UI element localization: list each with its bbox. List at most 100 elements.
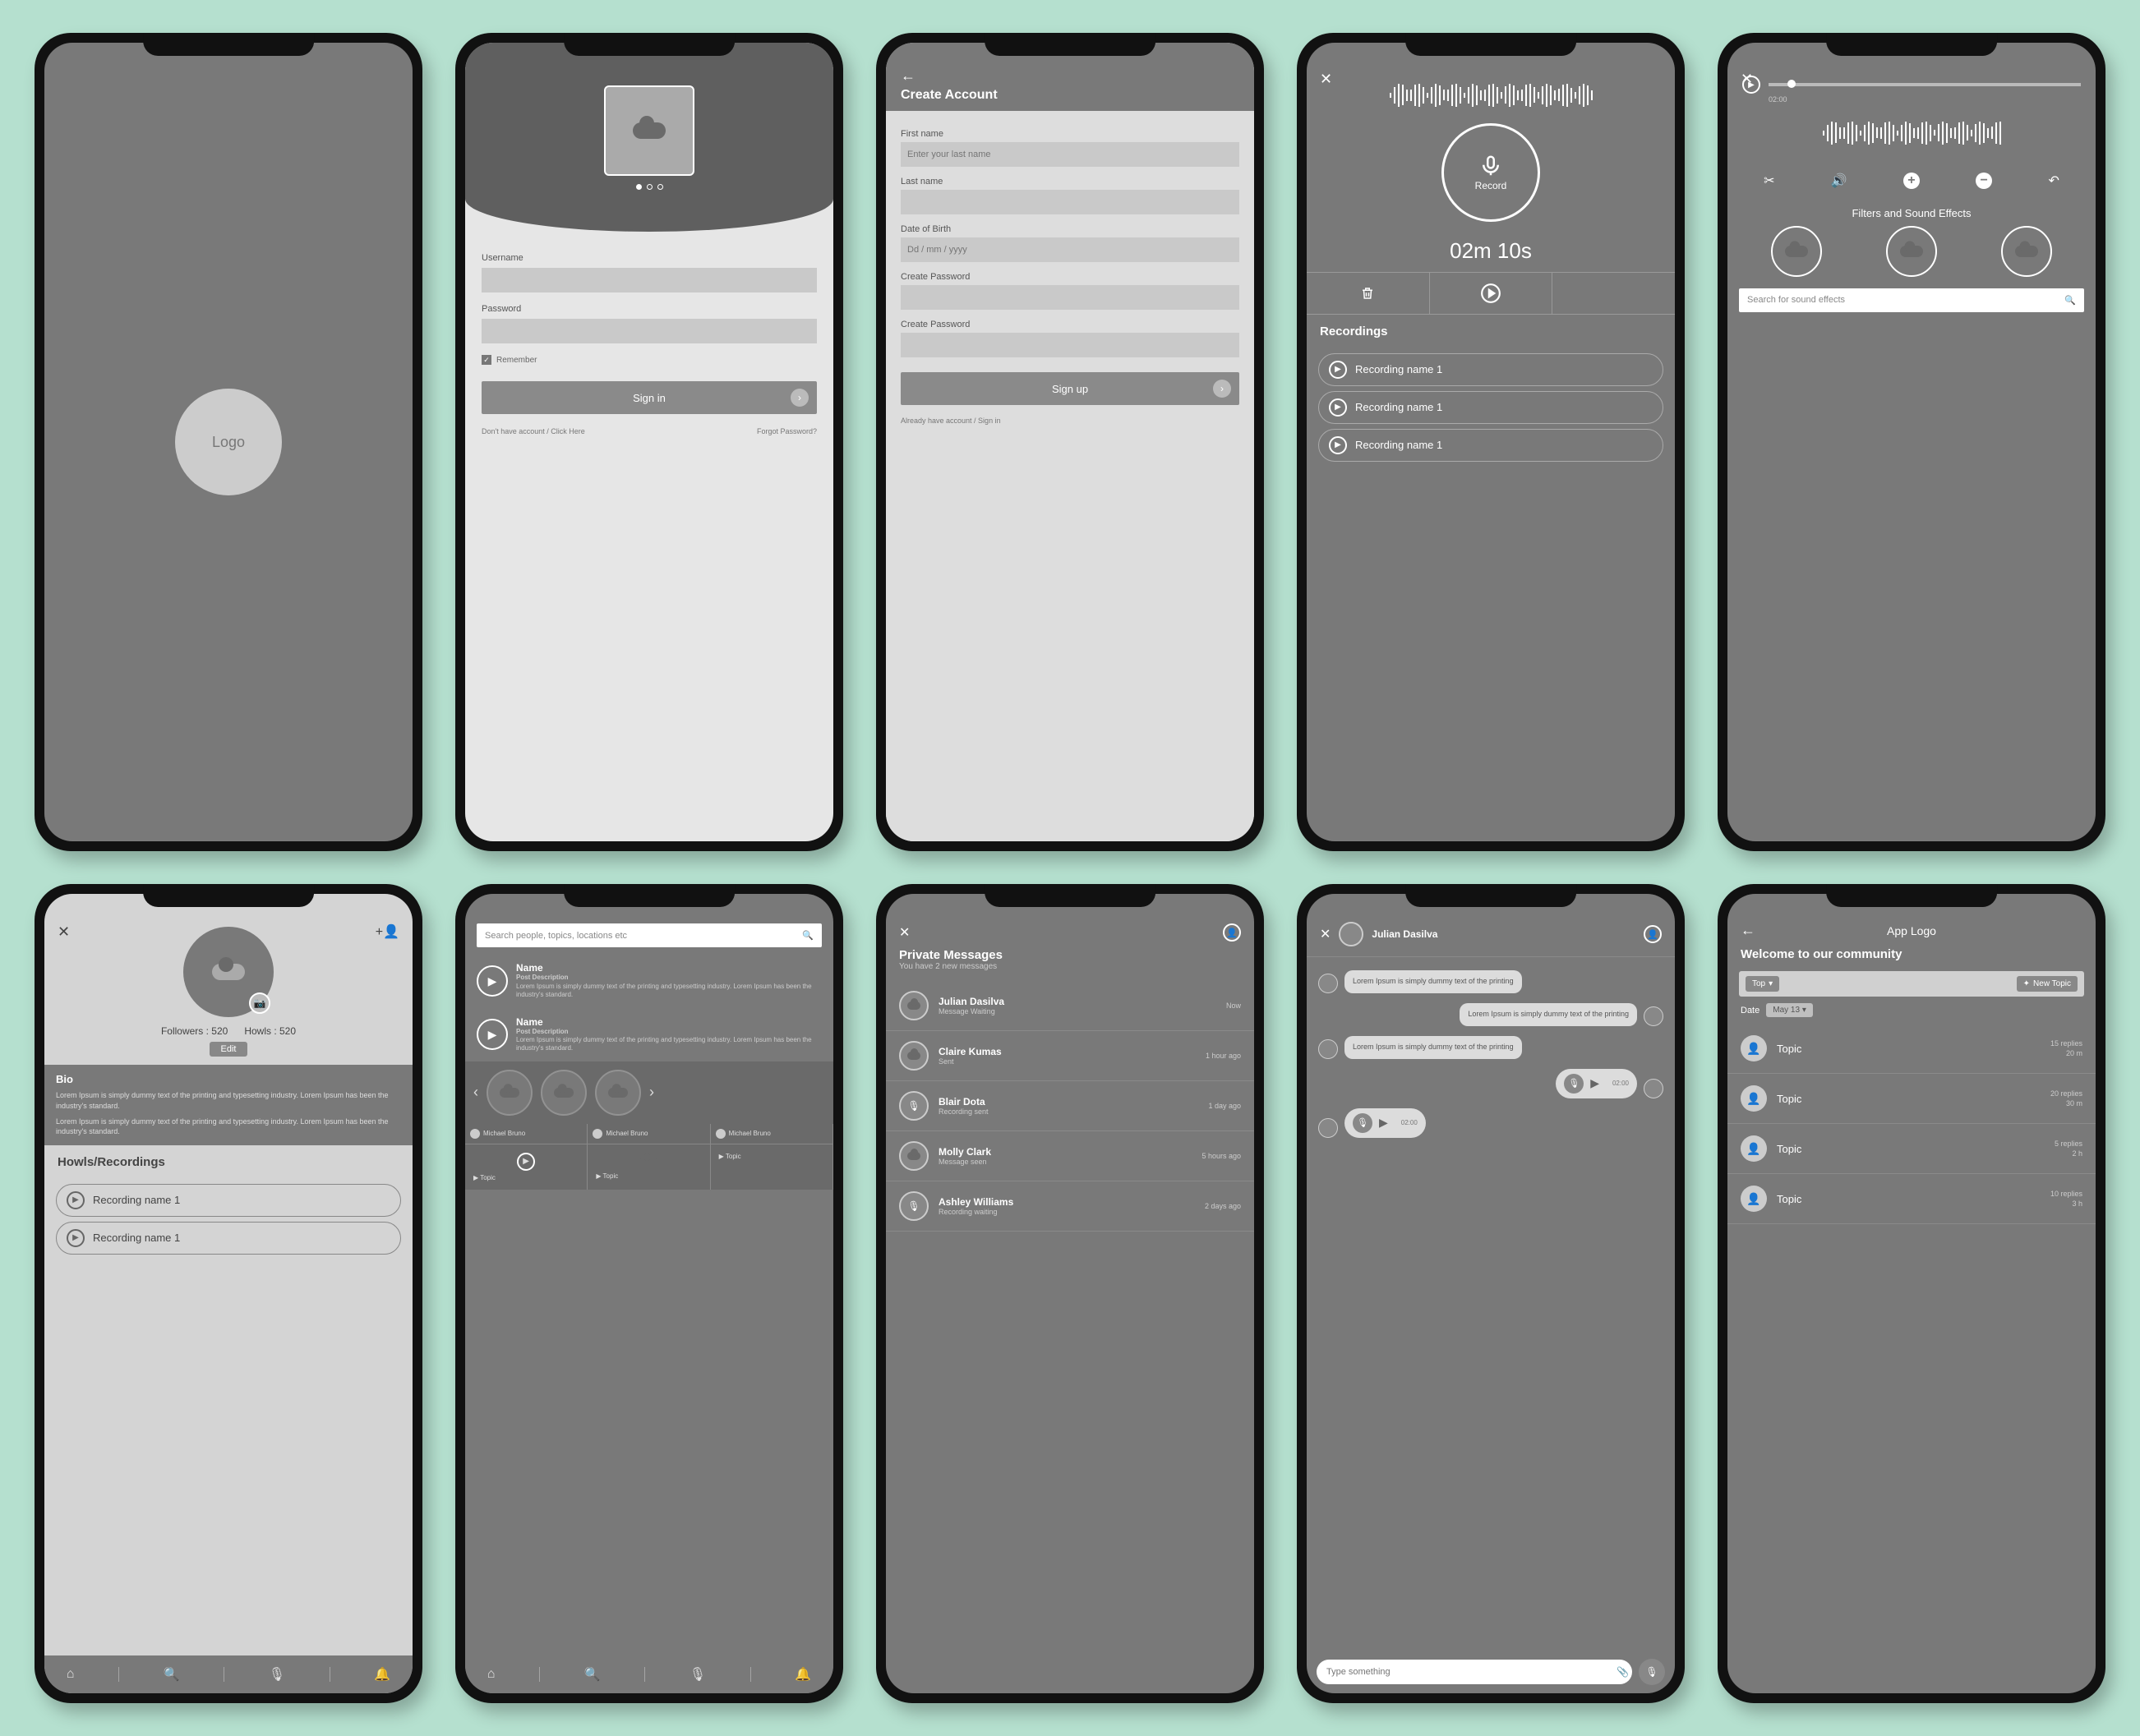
back-icon[interactable]: ← (1741, 922, 1755, 939)
feed-post[interactable]: ▶NamePost DescriptionLorem Ipsum is simp… (465, 1008, 833, 1061)
lastname-input[interactable] (901, 190, 1239, 214)
recording-item[interactable]: ▶Recording name 1 (56, 1184, 401, 1217)
story-item[interactable] (487, 1070, 533, 1116)
mini-user[interactable]: Michael Bruno (465, 1124, 588, 1144)
topic-item[interactable]: 👤Topic5 replies2 h (1727, 1124, 2096, 1174)
close-icon[interactable]: ✕ (1741, 71, 1753, 88)
nav-search-icon[interactable]: 🔍 (584, 1666, 601, 1683)
add-icon[interactable]: + (1903, 173, 1920, 189)
add-friend-icon[interactable]: +👤 (376, 923, 399, 940)
chevron-left-icon[interactable]: ‹ (473, 1084, 478, 1101)
filter-2[interactable] (1886, 226, 1937, 277)
avatar[interactable]: 📷 (183, 927, 274, 1017)
message-item[interactable]: 🎙Ashley WilliamsRecording waiting2 days … (886, 1181, 1254, 1232)
stories-row[interactable]: ‹ › (465, 1061, 833, 1124)
topic-item[interactable]: 👤Topic15 replies20 m (1727, 1024, 2096, 1074)
password-input[interactable] (482, 319, 817, 343)
howls-count: Howls : 520 (244, 1025, 296, 1037)
dob-input[interactable] (901, 237, 1239, 262)
avatar[interactable] (1339, 922, 1363, 946)
avatar: 🎙 (899, 1191, 929, 1221)
plus-icon: ✦ (2023, 979, 2030, 988)
filter-3[interactable] (2001, 226, 2052, 277)
cut-icon[interactable]: ✂ (1764, 173, 1774, 189)
edit-button[interactable]: Edit (210, 1042, 248, 1057)
recording-item[interactable]: ▶Recording name 1 (1318, 429, 1663, 462)
sort-dropdown[interactable]: Top▾ (1746, 976, 1779, 992)
topic-item[interactable]: 👤Topic20 replies30 m (1727, 1074, 2096, 1124)
remove-icon[interactable]: − (1976, 173, 1992, 189)
topic-item[interactable]: 👤Topic10 replies3 h (1727, 1174, 2096, 1224)
camera-icon[interactable]: 📷 (249, 992, 270, 1014)
carousel-dots[interactable] (636, 184, 663, 190)
play-button[interactable] (1430, 273, 1553, 314)
send-mic-button[interactable]: 🎙 (1639, 1659, 1665, 1685)
nav-search-icon[interactable]: 🔍 (164, 1666, 180, 1683)
filter-1[interactable] (1771, 226, 1822, 277)
recording-item[interactable]: ▶Recording name 1 (56, 1222, 401, 1255)
forgot-password-link[interactable]: Forgot Password? (757, 427, 817, 435)
remember-checkbox[interactable]: ✓Remember (482, 355, 817, 365)
nav-home-icon[interactable]: ⌂ (67, 1667, 75, 1682)
signin-button[interactable]: Sign in› (482, 381, 817, 414)
attach-icon[interactable]: 📎 (1617, 1666, 1629, 1678)
signup-button[interactable]: Sign up› (901, 372, 1239, 405)
message-item[interactable]: 🎙Blair DotaRecording sent1 day ago (886, 1081, 1254, 1131)
username-input[interactable] (482, 268, 817, 292)
already-signin-link[interactable]: Already have account / Sign in (901, 417, 1001, 425)
record-button[interactable]: Record (1441, 123, 1540, 222)
new-topic-button[interactable]: ✦New Topic (2017, 976, 2078, 992)
topic-cell[interactable]: ▶ Topic (711, 1144, 833, 1190)
nav-home-icon[interactable]: ⌂ (487, 1667, 496, 1682)
user-icon: 👤 (1741, 1085, 1767, 1112)
user-icon: 👤 (1741, 1186, 1767, 1212)
search-input[interactable]: Search people, topics, locations etc🔍 (477, 923, 822, 947)
delete-button[interactable] (1307, 273, 1430, 314)
close-icon[interactable]: ✕ (58, 923, 70, 941)
confirmpw-input[interactable] (901, 333, 1239, 357)
waveform-editor[interactable] (1727, 105, 2096, 161)
avatar (899, 991, 929, 1020)
community-screen: ← App Logo Welcome to our community Top▾… (1727, 894, 2096, 1692)
nav-bell-icon[interactable]: 🔔 (374, 1666, 390, 1683)
story-item[interactable] (541, 1070, 587, 1116)
story-item[interactable] (595, 1070, 641, 1116)
nav-mic-icon[interactable]: 🎙 (269, 1666, 285, 1683)
mini-user[interactable]: Michael Bruno (711, 1124, 833, 1144)
seek-slider[interactable] (1769, 83, 2081, 86)
firstname-input[interactable] (901, 142, 1239, 167)
date-picker[interactable]: May 13 ▾ (1766, 1003, 1813, 1017)
voice-message[interactable]: 🎙▶02:00 (1556, 1069, 1637, 1098)
profile-icon[interactable]: 👤 (1644, 925, 1662, 943)
cloud-icon (2015, 246, 2038, 257)
message-item[interactable]: Molly ClarkMessage seen5 hours ago (886, 1131, 1254, 1181)
createpw-input[interactable] (901, 285, 1239, 310)
message-item[interactable]: Claire KumasSent1 hour ago (886, 1031, 1254, 1081)
create-account-link[interactable]: Don't have account / Click Here (482, 427, 585, 435)
feed-post[interactable]: ▶NamePost DescriptionLorem Ipsum is simp… (465, 954, 833, 1007)
close-icon[interactable]: ✕ (899, 924, 910, 941)
chevron-right-icon[interactable]: › (649, 1084, 654, 1101)
voice-message[interactable]: 🎙▶02:00 (1344, 1108, 1426, 1138)
profile-icon[interactable]: 👤 (1223, 923, 1241, 942)
message-input[interactable] (1317, 1660, 1632, 1684)
username-label: Username (482, 253, 817, 263)
password-label: Password (482, 304, 817, 314)
effects-search[interactable]: Search for sound effects🔍 (1739, 288, 2084, 312)
close-icon[interactable]: ✕ (1320, 71, 1332, 88)
messages-screen: ✕ 👤 Private Messages You have 2 new mess… (886, 894, 1254, 1692)
message-item[interactable]: Julian DasilvaMessage WaitingNow (886, 981, 1254, 1031)
nav-bell-icon[interactable]: 🔔 (795, 1666, 811, 1683)
recording-item[interactable]: ▶Recording name 1 (1318, 353, 1663, 386)
volume-icon[interactable]: 🔊 (1831, 173, 1847, 189)
topic-cell[interactable]: ▶ Topic (588, 1144, 710, 1190)
undo-icon[interactable]: ↶ (2048, 173, 2059, 189)
back-icon[interactable]: ← (901, 67, 1239, 85)
avatar (1318, 1039, 1338, 1059)
nav-mic-icon[interactable]: 🎙 (690, 1666, 706, 1683)
recording-item[interactable]: ▶Recording name 1 (1318, 391, 1663, 424)
search-icon: 🔍 (2064, 295, 2076, 306)
topic-cell[interactable]: ▶▶ Topic (465, 1144, 588, 1190)
close-icon[interactable]: ✕ (1320, 926, 1331, 942)
mini-user[interactable]: Michael Bruno (588, 1124, 710, 1144)
